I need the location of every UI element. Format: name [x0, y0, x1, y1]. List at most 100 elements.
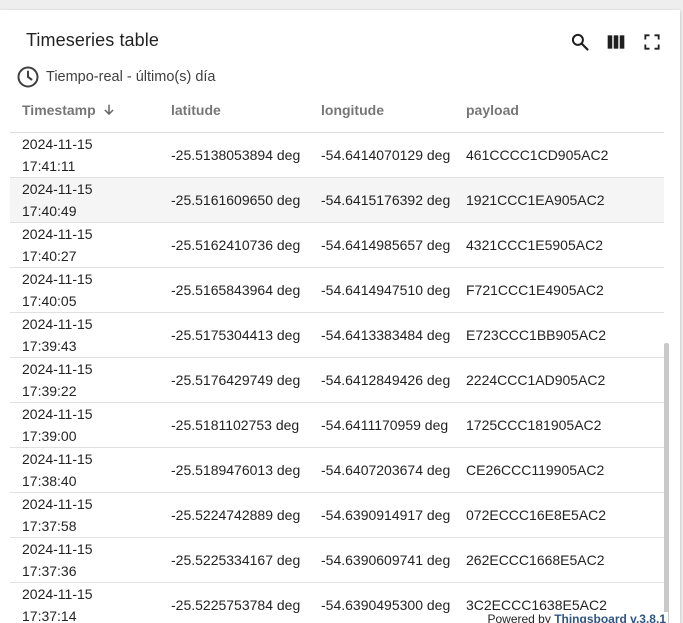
columns-icon [607, 35, 625, 49]
payload-cell: 1921CCC1EA905AC2 [466, 192, 605, 208]
latitude-cell: -25.5161609650 deg [171, 192, 301, 208]
latitude-cell: -25.5162410736 deg [171, 237, 301, 253]
latitude-cell: -25.5189476013 deg [171, 462, 301, 478]
longitude-cell: -54.6414070129 deg [321, 147, 451, 163]
timeseries-table-widget: Timeseries table Tiempo-real - último(s)… [0, 10, 680, 623]
latitude-cell: -25.5175304413 deg [171, 327, 301, 343]
longitude-cell: -54.6414985657 deg [321, 237, 451, 253]
columns-button[interactable] [604, 30, 628, 54]
table-row[interactable]: 2024-11-15 17:37:58 -25.5224742889 deg -5… [10, 493, 664, 538]
fullscreen-icon [644, 34, 660, 50]
column-header-payload-label: payload [466, 102, 519, 118]
time-text: 17:40:27 [22, 248, 77, 264]
table-body: 2024-11-15 17:41:11 -25.5138053894 deg -5… [10, 133, 664, 623]
date-text: 2024-11-15 [22, 406, 93, 422]
column-header-longitude-label: longitude [321, 102, 384, 118]
table-row[interactable]: 2024-11-15 17:40:27 -25.5162410736 deg -5… [10, 223, 664, 268]
powered-by-footer: Powered by Thingsboard v.3.8.1 [485, 612, 668, 623]
payload-cell: 461CCCC1CD905AC2 [466, 147, 609, 163]
timestamp-cell: 2024-11-15 17:38:40 [22, 448, 93, 492]
vertical-scrollbar[interactable] [664, 343, 669, 623]
longitude-cell: -54.6390495300 deg [321, 597, 451, 613]
powered-by-text: Powered by [487, 612, 551, 623]
column-header-timestamp[interactable]: Timestamp [22, 99, 116, 132]
timestamp-cell: 2024-11-15 17:37:58 [22, 493, 93, 537]
longitude-cell: -54.6407203674 deg [321, 462, 451, 478]
time-text: 17:37:14 [22, 608, 77, 623]
table-row[interactable]: 2024-11-15 17:38:40 -25.5189476013 deg -5… [10, 448, 664, 493]
latitude-cell: -25.5224742889 deg [171, 507, 301, 523]
longitude-cell: -54.6411170959 deg [321, 417, 449, 433]
widget-title: Timeseries table [26, 30, 159, 50]
payload-cell: F721CCC1E4905AC2 [466, 282, 604, 298]
longitude-cell: -54.6414947510 deg [321, 282, 451, 298]
date-text: 2024-11-15 [22, 271, 93, 287]
date-text: 2024-11-15 [22, 541, 93, 557]
timestamp-cell: 2024-11-15 17:40:49 [22, 178, 93, 222]
payload-cell: 262ECCC1668E5AC2 [466, 552, 605, 568]
clock-icon [17, 66, 39, 88]
payload-cell: 1725CCC181905AC2 [466, 417, 602, 433]
latitude-cell: -25.5225334167 deg [171, 552, 301, 568]
time-text: 17:38:40 [22, 473, 77, 489]
table-row[interactable]: 2024-11-15 17:39:22 -25.5176429749 deg -5… [10, 358, 664, 403]
latitude-cell: -25.5165843964 deg [171, 282, 301, 298]
longitude-cell: -54.6412849426 deg [321, 372, 451, 388]
date-text: 2024-11-15 [22, 361, 93, 377]
widget-toolbar [568, 30, 664, 54]
fullscreen-button[interactable] [640, 30, 664, 54]
payload-cell: 4321CCC1E5905AC2 [466, 237, 603, 253]
timestamp-cell: 2024-11-15 17:37:36 [22, 538, 93, 582]
table-row[interactable]: 2024-11-15 17:40:05 -25.5165843964 deg -5… [10, 268, 664, 313]
search-icon [571, 33, 589, 51]
timestamp-cell: 2024-11-15 17:37:14 [22, 583, 93, 623]
timestamp-cell: 2024-11-15 17:40:05 [22, 268, 93, 312]
table-row[interactable]: 2024-11-15 17:39:00 -25.5181102753 deg -5… [10, 403, 664, 448]
date-text: 2024-11-15 [22, 136, 93, 152]
table-header: Timestamp latitude longitude payload [10, 99, 664, 133]
payload-cell: CE26CCC119905AC2 [466, 462, 605, 478]
table-row[interactable]: 2024-11-15 17:37:36 -25.5225334167 deg -5… [10, 538, 664, 583]
thingsboard-link[interactable]: Thingsboard v.3.8.1 [554, 612, 666, 623]
table-row[interactable]: 2024-11-15 17:39:43 -25.5175304413 deg -5… [10, 313, 664, 358]
time-text: 17:41:11 [22, 158, 76, 174]
payload-cell: 2224CCC1AD905AC2 [466, 372, 606, 388]
longitude-cell: -54.6415176392 deg [321, 192, 451, 208]
time-text: 17:39:00 [22, 428, 77, 444]
longitude-cell: -54.6413383484 deg [321, 327, 451, 343]
timestamp-cell: 2024-11-15 17:39:43 [22, 313, 93, 357]
time-text: 17:40:49 [22, 203, 77, 219]
column-header-longitude[interactable]: longitude [321, 99, 384, 132]
time-text: 17:39:22 [22, 383, 77, 399]
longitude-cell: -54.6390609741 deg [321, 552, 451, 568]
column-header-payload[interactable]: payload [466, 99, 519, 132]
table-row[interactable]: 2024-11-15 17:40:49 -25.5161609650 deg -5… [10, 178, 664, 223]
column-header-latitude-label: latitude [171, 102, 221, 118]
timewindow-label: Tiempo-real - último(s) día [46, 69, 216, 85]
timewindow-selector[interactable]: Tiempo-real - último(s) día [16, 65, 215, 89]
date-text: 2024-11-15 [22, 451, 93, 467]
timestamp-cell: 2024-11-15 17:41:11 [22, 133, 93, 177]
time-text: 17:40:05 [22, 293, 77, 309]
table-row[interactable]: 2024-11-15 17:41:11 -25.5138053894 deg -5… [10, 133, 664, 178]
time-text: 17:37:58 [22, 518, 77, 534]
arrow-down-icon [104, 104, 114, 116]
date-text: 2024-11-15 [22, 496, 93, 512]
column-header-latitude[interactable]: latitude [171, 99, 221, 132]
date-text: 2024-11-15 [22, 226, 93, 242]
time-text: 17:39:43 [22, 338, 77, 354]
timestamp-cell: 2024-11-15 17:39:22 [22, 358, 93, 402]
timestamp-cell: 2024-11-15 17:39:00 [22, 403, 93, 447]
latitude-cell: -25.5225753784 deg [171, 597, 301, 613]
payload-cell: E723CCC1BB905AC2 [466, 327, 607, 343]
date-text: 2024-11-15 [22, 586, 93, 602]
latitude-cell: -25.5181102753 deg [171, 417, 300, 433]
timestamp-cell: 2024-11-15 17:40:27 [22, 223, 93, 267]
latitude-cell: -25.5138053894 deg [171, 147, 301, 163]
search-button[interactable] [568, 30, 592, 54]
time-text: 17:37:36 [22, 563, 77, 579]
latitude-cell: -25.5176429749 deg [171, 372, 301, 388]
payload-cell: 072ECCC16E8E5AC2 [466, 507, 607, 523]
longitude-cell: -54.6390914917 deg [321, 507, 451, 523]
column-header-timestamp-label: Timestamp [22, 102, 96, 118]
